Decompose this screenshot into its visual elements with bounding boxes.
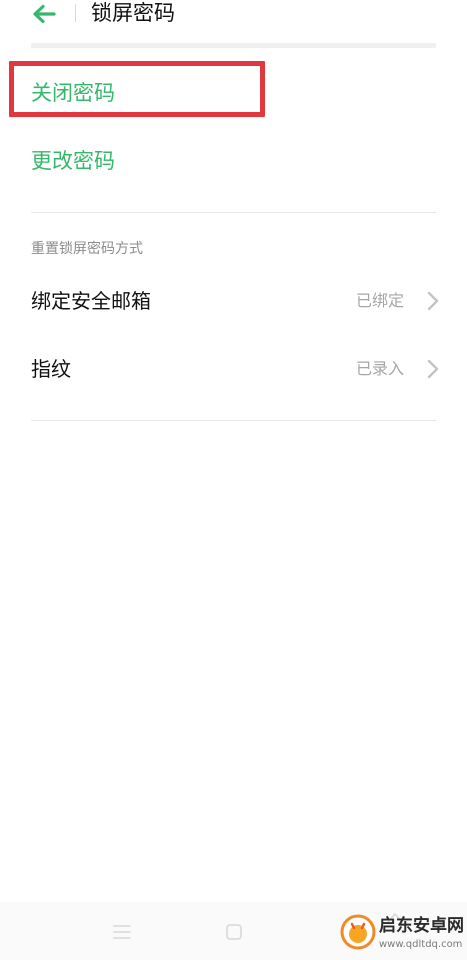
header-underline xyxy=(31,43,436,48)
settings-row-security-email[interactable]: 绑定安全邮箱 已绑定 xyxy=(31,275,440,327)
home-icon xyxy=(226,924,242,940)
screen: 锁屏密码 关闭密码 更改密码 重置锁屏密码方式 绑定安全邮箱 已绑定 指纹 已录… xyxy=(0,0,467,960)
highlight-annotation-box xyxy=(9,61,265,117)
site-watermark: 启东安卓网 www.qdltdq.com xyxy=(340,908,467,960)
row-label: 指纹 xyxy=(31,357,71,381)
page-title: 锁屏密码 xyxy=(91,1,175,25)
back-button[interactable] xyxy=(26,0,62,28)
header-divider xyxy=(75,4,76,22)
watermark-logo-icon xyxy=(340,914,376,950)
arrow-left-icon xyxy=(33,4,56,24)
settings-row-fingerprint[interactable]: 指纹 已录入 xyxy=(31,343,440,395)
nav-menu-button[interactable] xyxy=(107,918,137,946)
nav-home-button[interactable] xyxy=(219,918,249,946)
header-bar: 锁屏密码 xyxy=(0,0,467,32)
row-status: 已录入 xyxy=(355,359,404,378)
section-divider xyxy=(31,212,436,213)
row-status: 已绑定 xyxy=(355,291,404,310)
watermark-title: 启东安卓网 xyxy=(379,916,464,936)
chevron-right-icon xyxy=(427,359,439,379)
change-password-button[interactable]: 更改密码 xyxy=(31,141,436,181)
watermark-url: www.qdltdq.com xyxy=(379,939,463,950)
chevron-right-icon xyxy=(427,291,439,311)
menu-icon xyxy=(113,925,131,939)
row-label: 绑定安全邮箱 xyxy=(31,289,151,313)
section-divider xyxy=(31,420,436,421)
section-label: 重置锁屏密码方式 xyxy=(31,241,143,257)
